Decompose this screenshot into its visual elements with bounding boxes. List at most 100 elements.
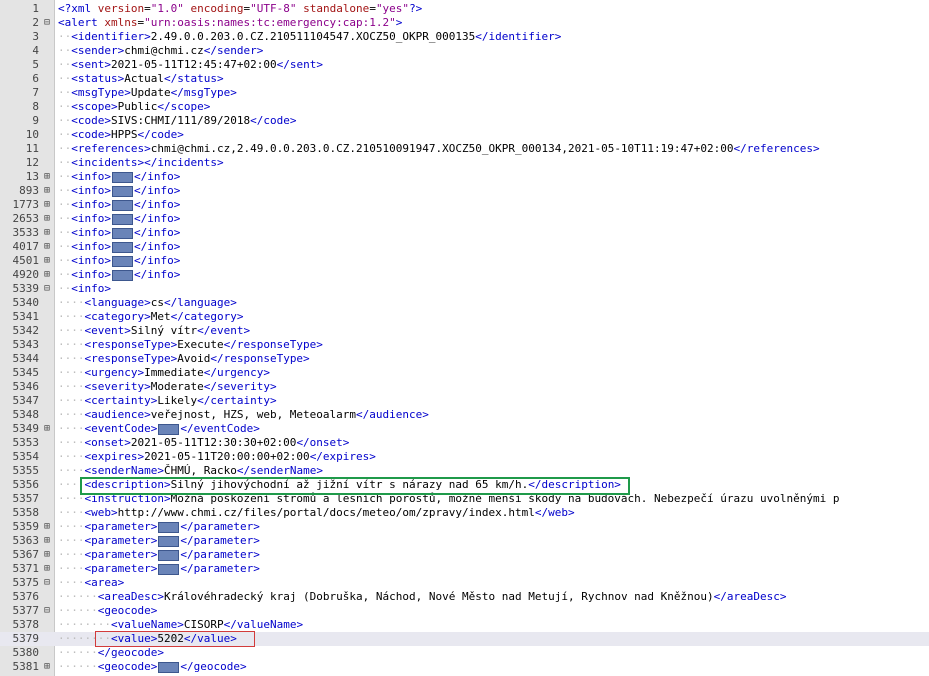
collapse-fold-icon[interactable]: ⊟ [40,282,54,296]
collapsed-content-icon[interactable] [112,255,133,267]
collapsed-content-icon[interactable] [158,549,180,561]
expand-fold-icon[interactable]: ⊞ [40,562,54,576]
code-text[interactable]: ··<info> </info> [58,184,929,198]
code-text[interactable]: ····<web>http://www.chmi.cz/files/portal… [58,506,929,520]
expand-fold-icon[interactable]: ⊞ [40,534,54,548]
code-line-1[interactable]: 1 <?xml version="1.0" encoding="UTF-8" st… [0,2,929,16]
code-line-6[interactable]: 6 ··<status>Actual</status> [0,72,929,86]
code-text[interactable]: ··<identifier>2.49.0.0.203.0.CZ.21051110… [58,30,929,44]
code-text[interactable]: ····<senderName>ČHMÚ, Racko</senderName> [58,464,929,478]
code-line-5339[interactable]: 5339 ⊟ ··<info> [0,282,929,296]
code-line-5353[interactable]: 5353 ····<onset>2021-05-11T12:30:30+02:00… [0,436,929,450]
code-text[interactable]: ··<msgType>Update</msgType> [58,86,929,100]
code-text[interactable]: ····<responseType>Execute</responseType> [58,338,929,352]
code-text[interactable]: ··<references>chmi@chmi.cz,2.49.0.0.203.… [58,142,929,156]
expand-fold-icon[interactable]: ⊞ [40,520,54,534]
code-line-5344[interactable]: 5344 ····<responseType>Avoid</responseTyp… [0,352,929,366]
expand-fold-icon[interactable]: ⊞ [40,198,54,212]
code-line-5348[interactable]: 5348 ····<audience>veřejnost, HZS, web, M… [0,408,929,422]
code-line-8[interactable]: 8 ··<scope>Public</scope> [0,100,929,114]
code-text[interactable]: ····<expires>2021-05-11T20:00:00+02:00</… [58,450,929,464]
expand-fold-icon[interactable]: ⊞ [40,268,54,282]
code-text[interactable]: ··<info> </info> [58,212,929,226]
code-text[interactable]: ····<language>cs</language> [58,296,929,310]
code-line-4920[interactable]: 4920 ⊞ ··<info> </info> [0,268,929,282]
code-line-5359[interactable]: 5359 ⊞ ····<parameter> </parameter> [0,520,929,534]
code-text[interactable]: ··<code>SIVS:CHMI/111/89/2018</code> [58,114,929,128]
code-text[interactable]: ····<area> [58,576,929,590]
code-text[interactable]: ··<info> </info> [58,226,929,240]
code-line-5377[interactable]: 5377 ⊟ ······<geocode> [0,604,929,618]
code-text[interactable]: ··<status>Actual</status> [58,72,929,86]
collapsed-content-icon[interactable] [158,423,180,435]
collapsed-content-icon[interactable] [112,269,133,281]
code-text[interactable]: ····<certainty>Likely</certainty> [58,394,929,408]
expand-fold-icon[interactable]: ⊞ [40,548,54,562]
code-line-5376[interactable]: 5376 ······<areaDesc>Královéhradecký kraj… [0,590,929,604]
collapsed-content-icon[interactable] [112,227,133,239]
code-text[interactable]: <?xml version="1.0" encoding="UTF-8" sta… [58,2,929,16]
code-text[interactable]: ····<onset>2021-05-11T12:30:30+02:00</on… [58,436,929,450]
collapsed-content-icon[interactable] [112,185,133,197]
code-line-5341[interactable]: 5341 ····<category>Met</category> [0,310,929,324]
collapsed-content-icon[interactable] [112,199,133,211]
code-text[interactable]: ··<info> </info> [58,268,929,282]
xml-editor[interactable]: 1 <?xml version="1.0" encoding="UTF-8" st… [0,0,929,676]
code-line-5345[interactable]: 5345 ····<urgency>Immediate</urgency> [0,366,929,380]
code-line-5355[interactable]: 5355 ····<senderName>ČHMÚ, Racko</senderN… [0,464,929,478]
code-text[interactable]: ··<info> </info> [58,254,929,268]
code-line-9[interactable]: 9 ··<code>SIVS:CHMI/111/89/2018</code> [0,114,929,128]
code-text[interactable]: ····<event>Silný vítr</event> [58,324,929,338]
code-text[interactable]: ····<parameter> </parameter> [58,548,929,562]
code-line-5342[interactable]: 5342 ····<event>Silný vítr</event> [0,324,929,338]
code-line-5380[interactable]: 5380 ······</geocode> [0,646,929,660]
code-line-5343[interactable]: 5343 ····<responseType>Execute</responseT… [0,338,929,352]
collapsed-content-icon[interactable] [158,661,180,673]
collapsed-content-icon[interactable] [112,213,133,225]
code-line-13[interactable]: 13 ⊞ ··<info> </info> [0,170,929,184]
collapsed-content-icon[interactable] [112,241,133,253]
code-line-2[interactable]: 2 ⊟ <alert xmlns="urn:oasis:names:tc:emerg… [0,16,929,30]
code-text[interactable]: ····<eventCode> </eventCode> [58,422,929,436]
code-text[interactable]: ··<scope>Public</scope> [58,100,929,114]
code-text[interactable]: ······</geocode> [58,646,929,660]
code-line-893[interactable]: 893 ⊞ ··<info> </info> [0,184,929,198]
expand-fold-icon[interactable]: ⊞ [40,226,54,240]
code-line-5381[interactable]: 5381 ⊞ ······<geocode> </geocode> [0,660,929,674]
code-text[interactable]: ··<sender>chmi@chmi.cz</sender> [58,44,929,58]
expand-fold-icon[interactable]: ⊞ [40,212,54,226]
code-text[interactable]: ······<areaDesc>Královéhradecký kraj (Do… [58,590,929,604]
code-line-5363[interactable]: 5363 ⊞ ····<parameter> </parameter> [0,534,929,548]
expand-fold-icon[interactable]: ⊞ [40,422,54,436]
code-line-7[interactable]: 7 ··<msgType>Update</msgType> [0,86,929,100]
code-text[interactable]: ····<urgency>Immediate</urgency> [58,366,929,380]
code-text[interactable]: ····<audience>veřejnost, HZS, web, Meteo… [58,408,929,422]
expand-fold-icon[interactable]: ⊞ [40,240,54,254]
code-line-5347[interactable]: 5347 ····<certainty>Likely</certainty> [0,394,929,408]
code-text[interactable]: ··<code>HPPS</code> [58,128,929,142]
code-text[interactable]: ··<info> </info> [58,170,929,184]
code-line-5[interactable]: 5 ··<sent>2021-05-11T12:45:47+02:00</sent… [0,58,929,72]
code-text[interactable]: <alert xmlns="urn:oasis:names:tc:emergen… [58,16,929,30]
code-line-5378[interactable]: 5378 ········<valueName>CISORP</valueName… [0,618,929,632]
collapsed-content-icon[interactable] [158,521,180,533]
expand-fold-icon[interactable]: ⊞ [40,660,54,674]
code-text[interactable]: ··<info> </info> [58,240,929,254]
code-text[interactable]: ····<parameter> </parameter> [58,562,929,576]
code-line-5358[interactable]: 5358 ····<web>http://www.chmi.cz/files/po… [0,506,929,520]
collapsed-content-icon[interactable] [112,171,133,183]
code-line-5346[interactable]: 5346 ····<severity>Moderate</severity> [0,380,929,394]
code-text[interactable]: ··<incidents></incidents> [58,156,929,170]
code-line-5367[interactable]: 5367 ⊞ ····<parameter> </parameter> [0,548,929,562]
code-line-5375[interactable]: 5375 ⊟ ····<area> [0,576,929,590]
code-text[interactable]: ······<geocode> </geocode> [58,660,929,674]
collapse-fold-icon[interactable]: ⊟ [40,604,54,618]
collapsed-content-icon[interactable] [158,535,180,547]
code-text[interactable]: ··<info> [58,282,929,296]
collapse-fold-icon[interactable]: ⊟ [40,16,54,30]
code-text[interactable]: ····<responseType>Avoid</responseType> [58,352,929,366]
code-line-10[interactable]: 10 ··<code>HPPS</code> [0,128,929,142]
code-line-5340[interactable]: 5340 ····<language>cs</language> [0,296,929,310]
code-line-11[interactable]: 11 ··<references>chmi@chmi.cz,2.49.0.0.20… [0,142,929,156]
code-line-1773[interactable]: 1773 ⊞ ··<info> </info> [0,198,929,212]
